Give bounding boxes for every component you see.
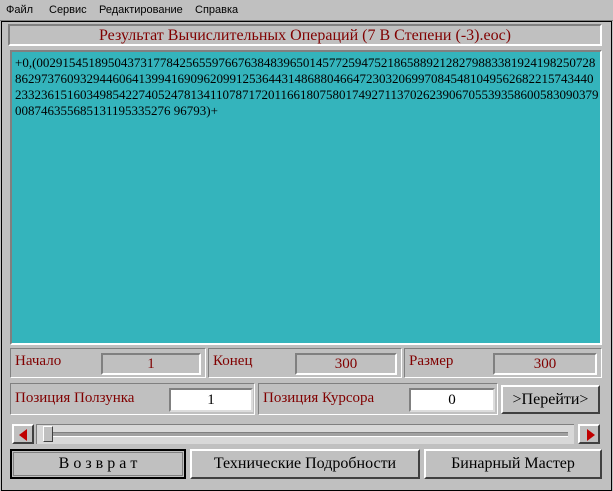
- cursor-pos-group: Позиция Курсора 0: [258, 383, 498, 415]
- binary-master-button[interactable]: Бинарный Мастер: [424, 449, 602, 479]
- end-value: 300: [295, 353, 397, 375]
- slider-pos-label: Позиция Ползунка: [15, 390, 135, 406]
- position-slider[interactable]: [36, 424, 574, 444]
- result-area[interactable]: +0,(002915451895043731778425655976676384…: [10, 50, 602, 345]
- slider-thumb[interactable]: [43, 426, 53, 442]
- result-title: Результат Вычислительных Операций (7 В С…: [98, 27, 512, 44]
- title-frame: Результат Вычислительных Операций (7 В С…: [8, 24, 602, 46]
- scroll-right-button[interactable]: [578, 424, 600, 444]
- cursor-pos-input[interactable]: 0: [409, 388, 495, 412]
- arrow-left-icon: [19, 429, 27, 441]
- start-value: 1: [101, 353, 201, 375]
- arrow-right-icon: [587, 429, 595, 441]
- cursor-pos-label: Позиция Курсора: [263, 390, 375, 406]
- result-text[interactable]: +0,(002915451895043731778425655976676384…: [15, 55, 599, 119]
- menu-service[interactable]: Сервис: [49, 4, 87, 16]
- slider-pos-input[interactable]: 1: [169, 388, 253, 412]
- tech-details-button[interactable]: Технические Подробности: [190, 449, 420, 479]
- end-label: Конец: [213, 353, 253, 369]
- menu-bar: Файл Сервис Редактирование Справка: [0, 0, 613, 21]
- slider-track: [47, 432, 568, 437]
- size-value: 300: [493, 353, 597, 375]
- size-group: Размер 300: [404, 348, 602, 378]
- back-button[interactable]: В о з в р а т: [10, 449, 186, 479]
- goto-button[interactable]: >Перейти>: [501, 385, 600, 414]
- end-group: Конец 300: [208, 348, 402, 378]
- start-group: Начало 1: [10, 348, 206, 378]
- menu-file[interactable]: Файл: [6, 4, 33, 16]
- start-label: Начало: [15, 353, 62, 369]
- size-label: Размер: [409, 353, 454, 369]
- scroll-left-button[interactable]: [12, 424, 34, 444]
- slider-pos-group: Позиция Ползунка 1: [10, 383, 255, 415]
- menu-help[interactable]: Справка: [195, 4, 238, 16]
- menu-edit[interactable]: Редактирование: [99, 4, 183, 16]
